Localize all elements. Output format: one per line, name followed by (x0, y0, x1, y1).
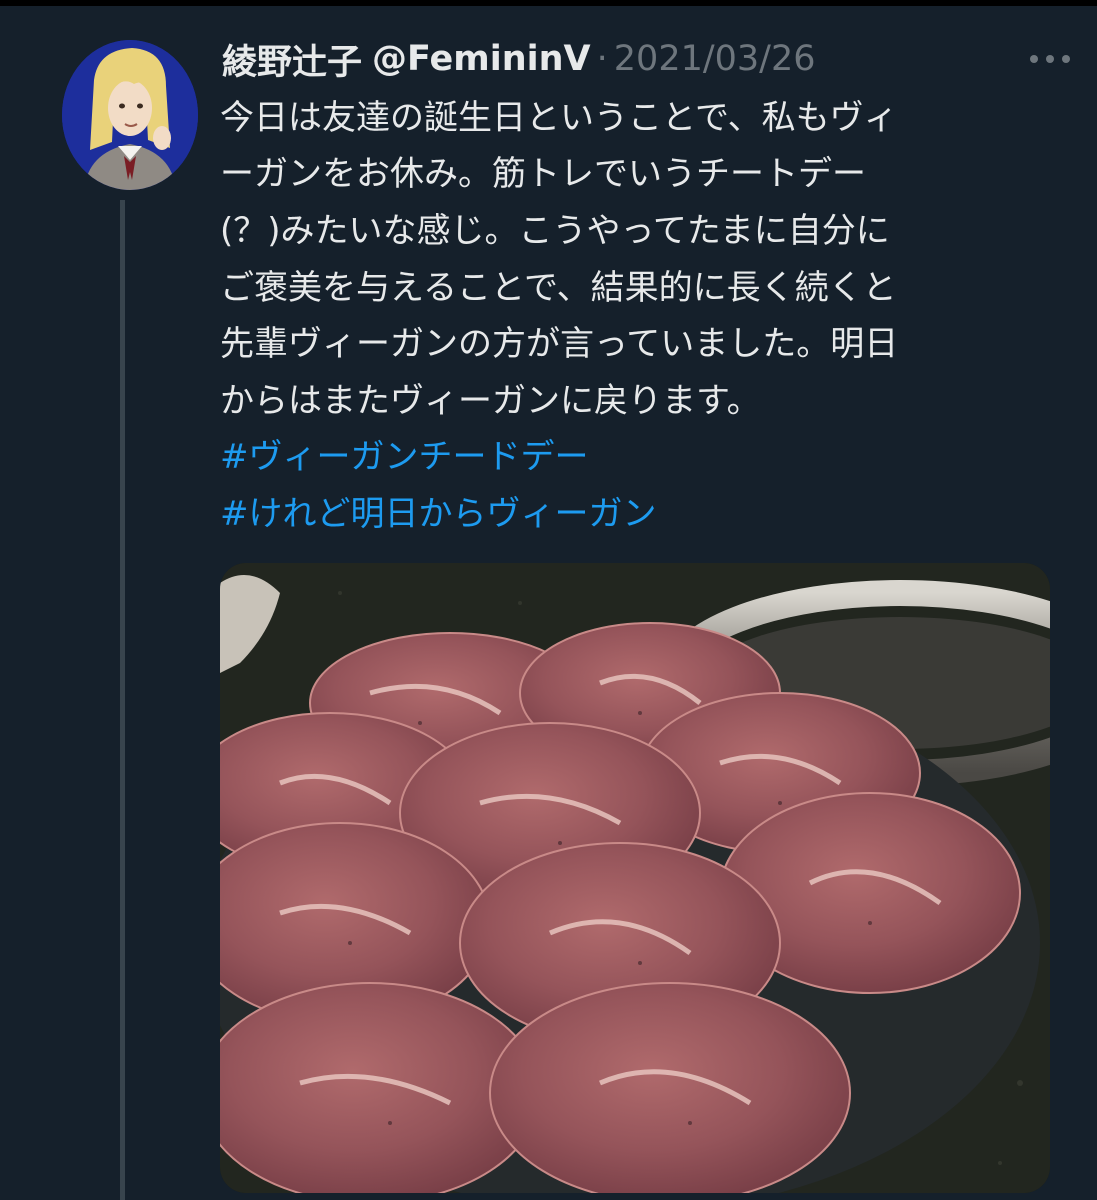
tweet-header: 綾野辻子 @FemininV · 2021/03/26 (222, 34, 816, 85)
tweet-text-line: からはまたヴィーガンに戻ります。 (220, 381, 761, 421)
hashtag-link[interactable]: #ヴィーガンチードデー (220, 433, 589, 481)
tweet-photo[interactable] (220, 563, 1050, 1193)
dot (1046, 55, 1054, 63)
avatar[interactable] (62, 40, 198, 190)
avatar-illustration (62, 40, 198, 190)
separator: · (596, 39, 608, 79)
tweet-text-line: 先輩ヴィーガンの方が言っていました。明日 (220, 324, 899, 364)
dot (1062, 55, 1070, 63)
tweet-date[interactable]: 2021/03/26 (614, 39, 816, 79)
meat-plate-image (220, 563, 1050, 1193)
tweet-text-line: (？)みたいな感じ。こうやってたまに自分に (220, 211, 890, 251)
author-handle[interactable]: @FemininV (372, 39, 591, 79)
author-name[interactable]: 綾野辻子 (222, 34, 362, 85)
more-horizontal-icon[interactable] (1030, 44, 1070, 74)
tweet-text-line: ご褒美を与えることで、結果的に長く続くと (220, 268, 897, 308)
hashtag-link[interactable]: #けれど明日からヴィーガン (220, 490, 657, 538)
tweet-text-line: 今日は友達の誕生日ということで、私もヴィ (220, 98, 898, 138)
thread-line (120, 200, 125, 1200)
tweet-text-line: ーガンをお休み。筋トレでいうチートデー (220, 154, 866, 194)
dot (1030, 55, 1038, 63)
top-edge (0, 0, 1097, 6)
